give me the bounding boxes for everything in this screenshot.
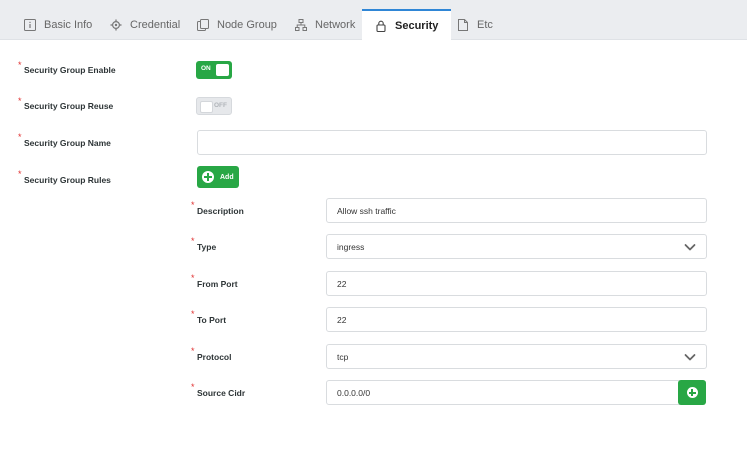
tab-label: Etc — [477, 19, 493, 31]
required-mark: * — [18, 60, 22, 70]
description-label: Description — [197, 206, 244, 216]
required-mark: * — [191, 273, 195, 283]
required-mark: * — [18, 169, 22, 179]
sg-name-input[interactable] — [197, 130, 707, 155]
add-rule-button[interactable]: Add — [197, 166, 239, 188]
tab-basic-info[interactable]: Basic Info — [24, 10, 92, 40]
description-value: Allow ssh traffic — [337, 205, 396, 216]
required-mark: * — [191, 382, 195, 392]
type-label: Type — [197, 242, 217, 252]
network-icon — [295, 19, 307, 31]
required-mark: * — [18, 96, 22, 106]
protocol-label: Protocol — [197, 352, 232, 362]
tab-node-group[interactable]: Node Group — [197, 10, 277, 40]
sg-reuse-toggle[interactable]: OFF — [196, 97, 232, 115]
toggle-knob — [216, 64, 229, 76]
tab-label: Basic Info — [44, 19, 93, 31]
info-icon — [24, 19, 36, 31]
sg-name-label: Security Group Name — [24, 138, 111, 148]
to-port-label: To Port — [197, 315, 227, 325]
tab-credential[interactable]: Credential — [110, 10, 180, 40]
tab-label: Node Group — [217, 19, 277, 31]
tab-security[interactable]: Security — [362, 9, 452, 40]
type-value: ingress — [337, 241, 365, 252]
required-mark: * — [191, 309, 195, 319]
to-port-value: 22 — [337, 314, 347, 325]
type-select[interactable]: ingress — [326, 234, 707, 259]
from-port-label: From Port — [197, 279, 238, 289]
lock-icon — [375, 20, 387, 32]
toggle-text: ON — [201, 65, 211, 72]
required-mark: * — [191, 346, 195, 356]
add-button-label: Add — [220, 173, 234, 181]
tab-label: Security — [395, 19, 439, 32]
from-port-value: 22 — [337, 278, 347, 289]
tab-label: Network — [315, 19, 356, 31]
chevron-down-icon — [684, 351, 696, 363]
required-mark: * — [191, 200, 195, 210]
sg-enable-label: Security Group Enable — [24, 65, 116, 75]
from-port-input[interactable]: 22 — [326, 271, 707, 296]
toggle-knob — [200, 101, 213, 113]
sg-enable-toggle[interactable]: ON — [196, 61, 232, 79]
add-cidr-button[interactable] — [678, 380, 706, 405]
source-cidr-value: 0.0.0.0/0 — [337, 387, 371, 398]
plus-circle-icon — [686, 387, 698, 398]
sg-reuse-label: Security Group Reuse — [24, 101, 114, 111]
sg-rules-label: Security Group Rules — [24, 175, 111, 185]
required-mark: * — [18, 132, 22, 142]
node-group-icon — [197, 19, 209, 31]
description-input[interactable]: Allow ssh traffic — [326, 198, 707, 223]
tab-etc[interactable]: Etc — [457, 10, 493, 40]
required-mark: * — [191, 236, 195, 246]
source-cidr-label: Source Cidr — [197, 388, 246, 398]
protocol-select[interactable]: tcp — [326, 344, 707, 369]
file-icon — [457, 19, 469, 31]
chevron-down-icon — [684, 241, 696, 253]
to-port-input[interactable]: 22 — [326, 307, 707, 332]
source-cidr-input[interactable]: 0.0.0.0/0 — [326, 380, 682, 405]
toggle-text: OFF — [214, 102, 227, 109]
tab-bar: Basic Info Credential Node Group Network… — [0, 0, 747, 40]
plus-circle-icon — [202, 171, 214, 183]
tab-label: Credential — [130, 19, 181, 31]
gear-icon — [110, 19, 122, 31]
tab-network[interactable]: Network — [295, 10, 355, 40]
protocol-value: tcp — [337, 351, 349, 362]
